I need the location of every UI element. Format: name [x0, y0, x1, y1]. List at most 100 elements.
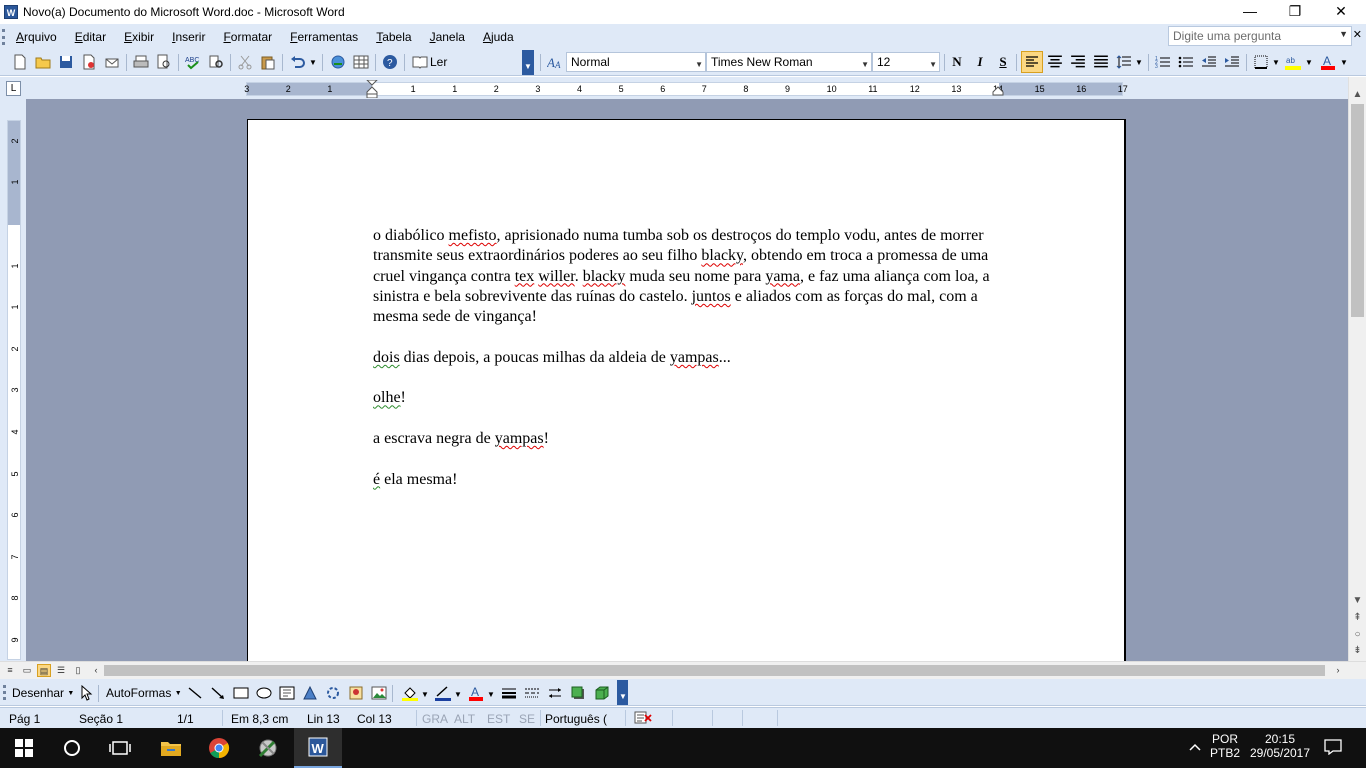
- menu-grip[interactable]: [2, 28, 6, 45]
- app-button[interactable]: [244, 728, 292, 768]
- insert-table-icon[interactable]: [353, 54, 369, 70]
- show-hidden-icons-button[interactable]: [1185, 740, 1205, 754]
- print-preview-icon[interactable]: [156, 54, 172, 70]
- align-right-icon[interactable]: [1070, 54, 1086, 70]
- chrome-button[interactable]: [195, 728, 243, 768]
- previous-page-icon[interactable]: ⇞: [1349, 612, 1366, 623]
- browse-object-icon[interactable]: ○: [1349, 629, 1366, 640]
- borders-icon[interactable]: [1253, 54, 1269, 70]
- scroll-left-icon[interactable]: ‹: [89, 664, 103, 677]
- 3d-style-icon[interactable]: [594, 685, 610, 701]
- undo-dropdown-icon[interactable]: ▼: [309, 53, 317, 71]
- misspelled-word[interactable]: blacky: [583, 268, 626, 285]
- misspelled-word[interactable]: blacky: [701, 247, 743, 264]
- menu-inserir[interactable]: Inserir: [168, 28, 209, 46]
- chevron-down-icon[interactable]: ▼: [929, 58, 937, 72]
- line-spacing-icon[interactable]: [1116, 54, 1132, 70]
- arrow-style-icon[interactable]: [547, 685, 563, 701]
- align-left-button[interactable]: [1021, 51, 1043, 73]
- horizontal-scroll-thumb[interactable]: [104, 665, 1325, 676]
- horizontal-ruler[interactable]: 32111234567891011121314151617: [244, 80, 1128, 98]
- clock[interactable]: 20:15 29/05/2017: [1245, 732, 1315, 760]
- tab-selector[interactable]: L: [6, 81, 21, 96]
- toolbar-grip[interactable]: [3, 685, 6, 700]
- fill-color-icon[interactable]: [402, 685, 418, 701]
- help-icon[interactable]: ?: [382, 54, 398, 70]
- font-color-icon[interactable]: A: [1320, 54, 1336, 70]
- email-icon[interactable]: [104, 54, 120, 70]
- oval-icon[interactable]: [256, 685, 272, 701]
- chevron-down-icon[interactable]: ▼: [695, 58, 703, 72]
- status-extend[interactable]: EST: [487, 712, 510, 726]
- misspelled-word[interactable]: willer: [538, 268, 574, 285]
- reading-view-icon[interactable]: ▯: [71, 664, 85, 677]
- line-icon[interactable]: [187, 685, 203, 701]
- close-button[interactable]: ✕: [1318, 0, 1364, 24]
- menu-formatar[interactable]: Formatar: [219, 28, 276, 46]
- menu-exibir[interactable]: Exibir: [120, 28, 158, 46]
- spelling-status-icon[interactable]: [634, 711, 654, 725]
- borders-dropdown-icon[interactable]: ▼: [1272, 53, 1280, 71]
- misspelled-word[interactable]: yama: [765, 268, 800, 285]
- next-page-icon[interactable]: ⇟: [1349, 645, 1366, 656]
- file-explorer-button[interactable]: [147, 728, 195, 768]
- search-button[interactable]: [48, 728, 96, 768]
- word-app-icon[interactable]: W: [4, 5, 18, 19]
- ask-question-input[interactable]: Digite uma pergunta ▼: [1168, 26, 1352, 46]
- scroll-right-icon[interactable]: ›: [1331, 664, 1345, 677]
- task-view-button[interactable]: [96, 728, 144, 768]
- print-layout-view-icon[interactable]: ▤: [37, 664, 51, 677]
- status-macro-record[interactable]: GRA: [422, 712, 448, 726]
- insert-picture-icon[interactable]: [371, 685, 387, 701]
- grammar-flagged-word[interactable]: dois: [373, 349, 400, 366]
- status-overtype[interactable]: SE: [519, 712, 535, 726]
- grammar-flagged-word[interactable]: é: [373, 471, 380, 488]
- menu-tabela[interactable]: Tabela: [372, 28, 415, 46]
- vertical-scroll-thumb[interactable]: [1351, 104, 1364, 317]
- menu-arquivo[interactable]: Arquivo: [12, 28, 61, 46]
- minimize-button[interactable]: —: [1227, 0, 1273, 24]
- misspelled-word[interactable]: tex: [515, 268, 535, 285]
- diagram-icon[interactable]: [325, 685, 341, 701]
- research-icon[interactable]: [208, 54, 224, 70]
- hyperlink-icon[interactable]: [330, 54, 346, 70]
- shadow-style-icon[interactable]: [570, 685, 586, 701]
- read-mode-icon[interactable]: [412, 54, 428, 70]
- line-color-icon[interactable]: [435, 685, 451, 701]
- clip-art-icon[interactable]: [348, 685, 364, 701]
- word-taskbar-button[interactable]: W: [294, 728, 342, 768]
- spelling-icon[interactable]: ABC: [185, 54, 201, 70]
- vertical-scrollbar[interactable]: ▲ ▼ ⇞ ○ ⇟: [1348, 77, 1366, 661]
- bold-button[interactable]: N: [950, 53, 964, 71]
- misspelled-word[interactable]: juntos: [692, 288, 731, 305]
- cut-icon[interactable]: [237, 54, 253, 70]
- line-style-icon[interactable]: [501, 685, 517, 701]
- line-color-dropdown-icon[interactable]: ▼: [454, 685, 462, 703]
- bullets-icon[interactable]: [1178, 54, 1194, 70]
- fill-color-dropdown-icon[interactable]: ▼: [421, 685, 429, 703]
- menu-editar[interactable]: Editar: [71, 28, 110, 46]
- new-document-icon[interactable]: [12, 54, 28, 70]
- save-icon[interactable]: [58, 54, 74, 70]
- horizontal-scrollbar[interactable]: ≡ ▭ ▤ ☰ ▯ ‹ ›: [0, 661, 1366, 679]
- scroll-down-icon[interactable]: ▼: [1349, 595, 1366, 606]
- rectangle-icon[interactable]: [233, 685, 249, 701]
- highlight-icon[interactable]: ab: [1285, 54, 1301, 70]
- style-combo[interactable]: Normal ▼: [566, 52, 706, 72]
- print-icon[interactable]: [133, 54, 149, 70]
- draw-menu-button[interactable]: Desenhar ▼: [12, 684, 74, 702]
- close-document-button[interactable]: ✕: [1353, 28, 1362, 41]
- font-color-draw-icon[interactable]: A: [468, 685, 484, 701]
- highlight-dropdown-icon[interactable]: ▼: [1305, 53, 1313, 71]
- font-color-draw-dropdown-icon[interactable]: ▼: [487, 685, 495, 703]
- text-box-icon[interactable]: [279, 685, 295, 701]
- font-size-combo[interactable]: 12 ▼: [872, 52, 940, 72]
- styles-formatting-icon[interactable]: AA: [547, 54, 563, 70]
- font-combo[interactable]: Times New Roman ▼: [706, 52, 872, 72]
- drawing-toolbar-options[interactable]: ▼: [617, 680, 628, 705]
- select-objects-icon[interactable]: [78, 685, 94, 701]
- dash-style-icon[interactable]: [524, 685, 540, 701]
- undo-icon[interactable]: [289, 54, 305, 70]
- misspelled-word[interactable]: mefisto: [449, 227, 497, 244]
- menu-janela[interactable]: Janela: [426, 28, 469, 46]
